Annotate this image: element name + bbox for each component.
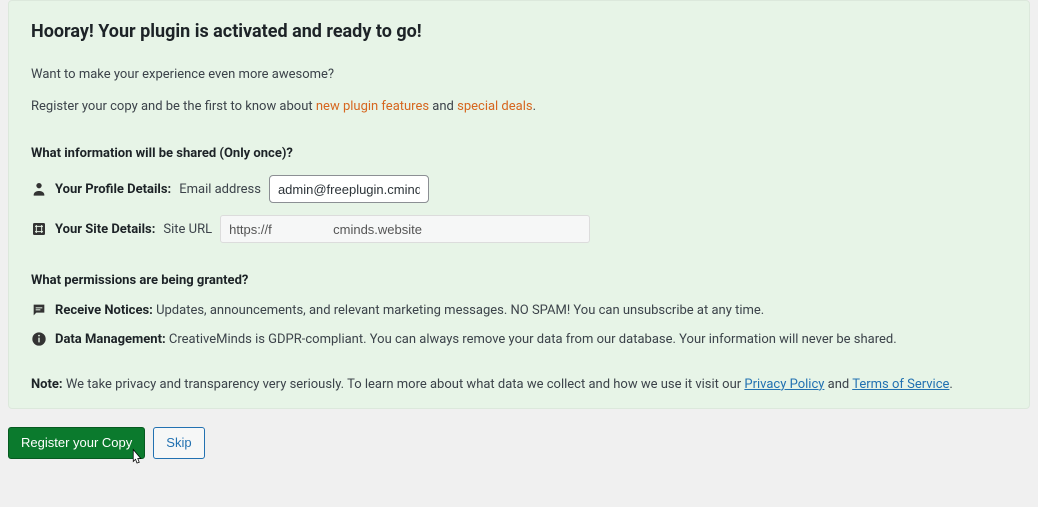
data-desc: CreativeMinds is GDPR-compliant. You can… (169, 332, 897, 347)
note-suffix: . (949, 377, 952, 392)
action-bar: Register your Copy Skip (0, 427, 1038, 469)
info-icon (31, 331, 47, 347)
data-management-row: Data Management: CreativeMinds is GDPR-c… (31, 331, 1007, 349)
intro-suffix: . (533, 99, 536, 114)
intro-mid: and (429, 99, 457, 114)
profile-label: Your Profile Details: (55, 182, 171, 197)
headline: Hooray! Your plugin is activated and rea… (31, 21, 1007, 42)
new-features-link[interactable]: new plugin features (316, 99, 429, 114)
register-button[interactable]: Register your Copy (8, 427, 145, 459)
skip-button[interactable]: Skip (153, 427, 204, 459)
terms-of-service-link[interactable]: Terms of Service (852, 377, 949, 392)
network-icon (31, 221, 47, 237)
user-icon (31, 181, 47, 197)
note-prefix: We take privacy and transparency very se… (63, 377, 745, 392)
site-url-input[interactable] (220, 215, 590, 243)
permissions-title: What permissions are being granted? (31, 273, 1007, 288)
intro-line1: Want to make your experience even more a… (31, 66, 1007, 84)
note-label: Note: (31, 377, 63, 392)
special-deals-link[interactable]: special deals (457, 99, 533, 114)
receive-notices-text: Receive Notices: Updates, announcements,… (55, 302, 764, 320)
notices-label: Receive Notices: (55, 303, 153, 318)
data-label: Data Management: (55, 332, 166, 347)
shared-info-title: What information will be shared (Only on… (31, 146, 1007, 161)
privacy-note: Note: We take privacy and transparency v… (31, 375, 1007, 395)
site-label: Your Site Details: (55, 222, 155, 237)
site-row: Your Site Details: Site URL (31, 215, 1007, 243)
activation-panel: Hooray! Your plugin is activated and rea… (8, 0, 1030, 409)
message-icon (31, 302, 47, 318)
intro-line2: Register your copy and be the first to k… (31, 98, 1007, 116)
receive-notices-row: Receive Notices: Updates, announcements,… (31, 302, 1007, 320)
note-mid: and (824, 377, 852, 392)
url-sublabel: Site URL (163, 222, 212, 237)
intro-prefix: Register your copy and be the first to k… (31, 99, 316, 114)
notices-desc: Updates, announcements, and relevant mar… (156, 303, 764, 318)
privacy-policy-link[interactable]: Privacy Policy (744, 377, 824, 392)
email-sublabel: Email address (179, 182, 261, 197)
data-management-text: Data Management: CreativeMinds is GDPR-c… (55, 331, 897, 349)
profile-row: Your Profile Details: Email address (31, 175, 1007, 203)
intro-block: Want to make your experience even more a… (31, 66, 1007, 116)
email-input[interactable] (269, 175, 429, 203)
